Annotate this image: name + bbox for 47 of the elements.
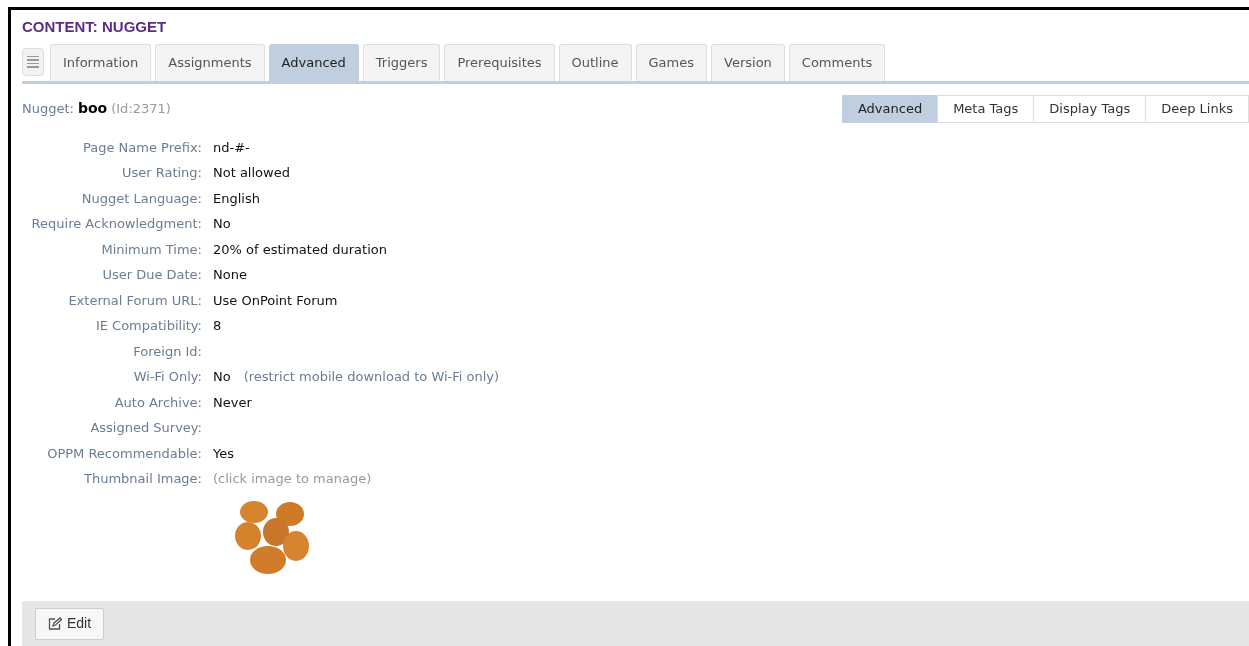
field-label: Foreign Id:	[132, 342, 202, 361]
nugget-label: Nugget:	[22, 100, 74, 118]
field-label: Wi-Fi Only:	[132, 368, 202, 386]
tab[interactable]: Triggers	[362, 43, 441, 81]
field-label: Page Name Prefix:	[81, 138, 202, 157]
sub-tab[interactable]: Display Tags	[1033, 94, 1147, 123]
field-value: nd-#-	[213, 138, 250, 157]
field-label: User Rating:	[120, 164, 202, 182]
field-label: Require Acknowledgment:	[30, 215, 202, 233]
edit-button[interactable]: Edit	[35, 607, 105, 640]
field-hint: (click image to manage)	[213, 470, 372, 488]
tab[interactable]: Information	[50, 43, 152, 81]
field-value: Yes	[213, 444, 234, 463]
nugget-id: (Id:2371)	[111, 100, 171, 118]
tab[interactable]: Comments	[788, 43, 886, 81]
field-label: IE Compatibility:	[94, 317, 202, 335]
field-label: Thumbnail Image:	[83, 470, 202, 488]
tab[interactable]: Games	[635, 43, 708, 81]
tab[interactable]: Advanced	[268, 43, 359, 81]
list-icon[interactable]	[22, 47, 44, 76]
edit-icon	[48, 617, 62, 630]
field-value: No	[213, 368, 231, 386]
field-value: Never	[213, 393, 252, 412]
field-value: No	[213, 215, 231, 233]
field-label: OPPM Recommendable:	[46, 444, 202, 463]
tab[interactable]: Version	[711, 43, 785, 81]
sub-tab[interactable]: Meta Tags	[937, 94, 1035, 123]
sub-tab[interactable]: Advanced	[841, 94, 939, 123]
nugget-name: boo	[77, 99, 108, 118]
field-value: Use OnPoint Forum	[213, 291, 338, 310]
field-label: Nugget Language:	[80, 189, 202, 208]
tab[interactable]: Outline	[558, 43, 632, 81]
field-value: English	[213, 189, 260, 208]
tab[interactable]: Prerequisites	[444, 43, 555, 81]
page-title: CONTENT: NUGGET	[22, 17, 167, 37]
field-value: 20% of estimated duration	[213, 240, 387, 259]
field-label: External Forum URL:	[67, 291, 202, 310]
field-label: Auto Archive:	[113, 393, 202, 412]
field-note: (restrict mobile download to Wi-Fi only)	[243, 368, 500, 386]
sub-tab[interactable]: Deep Links	[1145, 94, 1249, 123]
tab[interactable]: Assignments	[155, 43, 265, 81]
field-label: User Due Date:	[101, 266, 202, 284]
field-value: Not allowed	[213, 164, 290, 182]
field-value: None	[213, 266, 247, 284]
field-label: Assigned Survey:	[89, 419, 202, 437]
field-label: Minimum Time:	[100, 240, 202, 259]
field-value: 8	[213, 317, 222, 335]
